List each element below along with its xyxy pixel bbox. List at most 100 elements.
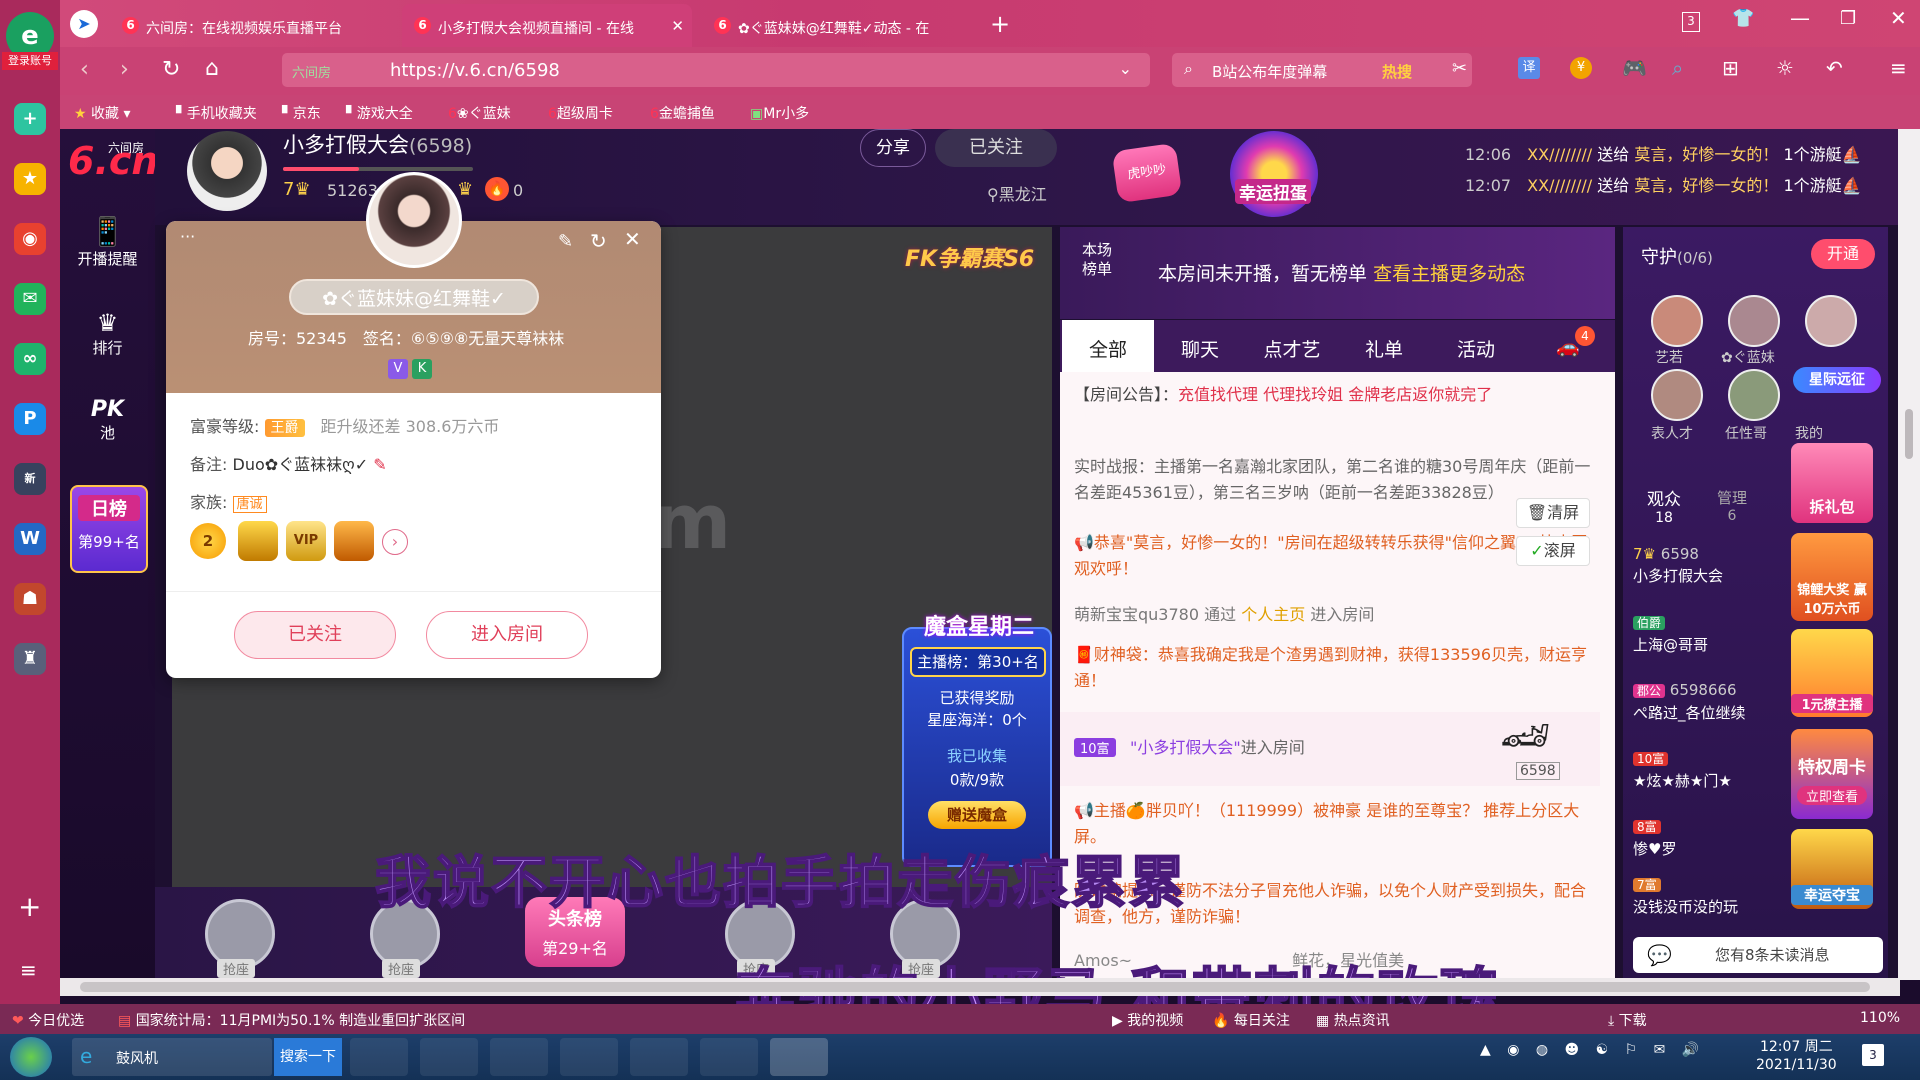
guard-avatar[interactable] (1805, 295, 1857, 347)
viewer-row[interactable]: 7♛ 6598 小多打假大会 (1633, 543, 1783, 611)
unread-messages[interactable]: 💬 您有8条未读消息 (1633, 937, 1883, 973)
star-icon[interactable]: ★ (14, 163, 46, 195)
tab-count[interactable]: 3 (1682, 12, 1700, 32)
viewer-row[interactable]: 8富 惨♥罗 (1633, 815, 1783, 873)
edit-note-icon[interactable]: ✎ (373, 455, 386, 474)
medal-star-icon[interactable]: 2 (190, 523, 226, 559)
send-icon[interactable]: ➤ (70, 10, 98, 38)
lucky-egg-icon[interactable] (1230, 131, 1318, 217)
address-bar[interactable]: 六间房 https://v.6.cn/6598 ⌄ (282, 53, 1150, 87)
coin-icon[interactable]: ¥ (1570, 57, 1592, 79)
tab-talent[interactable]: 点才艺 (1246, 320, 1338, 372)
viewer-row[interactable]: 郡公 6598666 ぺ路过_各位继续 (1633, 679, 1783, 747)
restore-icon[interactable]: ❐ (1840, 8, 1856, 29)
tab-live-room[interactable]: 6 小多打假大会视频直播间 - 在线 ✕ (402, 4, 692, 47)
start-button[interactable] (10, 1037, 52, 1077)
promo-weekly-card[interactable]: 特权周卡 立即查看 (1791, 729, 1873, 819)
guard-avatar[interactable] (1651, 295, 1703, 347)
taskbar-k-app-icon[interactable] (350, 1038, 408, 1076)
daily-focus[interactable]: 🔥 每日关注 (1212, 1010, 1290, 1030)
apps-grid-icon[interactable]: ⊞ (1722, 56, 1739, 80)
zoom-level[interactable]: 110% (1860, 1010, 1900, 1026)
promo-koi[interactable]: 锦鲤大奖 赢10万六币 (1791, 533, 1873, 621)
edit-icon[interactable]: ✎ (558, 231, 573, 252)
close-tab-icon[interactable]: ✕ (671, 17, 684, 35)
plus-app-icon[interactable]: + (14, 103, 46, 135)
daily-rank-badge[interactable]: 日榜 第99+名 (70, 485, 148, 573)
share-button[interactable]: 分享 (860, 129, 926, 167)
download[interactable]: ⤓ 下载 (1608, 1010, 1647, 1030)
today-pick[interactable]: ❤ 今日优选 (12, 1010, 84, 1030)
tab-admins[interactable]: 管理 6 (1717, 487, 1747, 524)
game-app-icon[interactable]: ☗ (14, 583, 46, 615)
nav-live-remind[interactable]: 📱 开播提醒 (60, 215, 155, 269)
tray-icons[interactable]: ▲ ◉ ◍ ☻ ☯ ⚐ ✉ 🔊 (1480, 1042, 1705, 1058)
horizontal-scrollbar[interactable] (60, 978, 1900, 996)
close-window-icon[interactable]: ✕ (1890, 6, 1907, 30)
search-go-button[interactable]: 搜索一下 (274, 1038, 342, 1076)
guard-avatar[interactable] (1728, 295, 1780, 347)
word-app-icon[interactable]: W (14, 523, 46, 555)
hu-chaochao-badge[interactable]: 虎吵吵 (1111, 142, 1183, 204)
close-card-icon[interactable]: ✕ (624, 227, 641, 251)
forward-icon[interactable]: › (120, 57, 129, 82)
tab-chat[interactable]: 聊天 (1154, 320, 1246, 372)
tab-liujianfang[interactable]: 6 六间房：在线视频娱乐直播平台 (110, 4, 390, 47)
bookmark-item[interactable]: ▘手机收藏夹 (176, 103, 257, 123)
nav-rank[interactable]: ♛ 排行 (60, 309, 155, 358)
add-icon[interactable]: + (18, 890, 41, 923)
chat-app-icon[interactable]: ∞ (14, 343, 46, 375)
minimize-icon[interactable]: — (1790, 6, 1810, 30)
card-followed-button[interactable]: 已关注 (234, 611, 396, 659)
search-box[interactable]: ⌕ B站公布年度弹幕 热搜 (1172, 53, 1472, 87)
promo-gift-pack[interactable]: 拆礼包 (1791, 443, 1873, 523)
notification-center[interactable]: 3 (1862, 1044, 1884, 1066)
bookmark-item[interactable]: ▘京东 (282, 103, 321, 123)
address-dropdown-icon[interactable]: ⌄ (1119, 59, 1132, 78)
guard-avatar[interactable] (1728, 369, 1780, 421)
tab-dynamic[interactable]: 6 ✿ぐ蓝妹妹@红舞鞋✓动态 - 在 (702, 4, 1002, 47)
streamer-avatar[interactable] (187, 131, 267, 211)
promo-interstellar[interactable]: 星际远征 (1793, 367, 1881, 393)
medal-gold-icon[interactable] (238, 521, 278, 561)
taskbar-chrome-icon[interactable] (700, 1038, 758, 1076)
vertical-scrollbar[interactable] (1898, 129, 1920, 980)
medal-vip-icon[interactable]: VIP (286, 521, 326, 561)
nav-pk[interactable]: PK 池 (60, 397, 155, 443)
main-menu-icon[interactable]: ≡ (1890, 56, 1907, 80)
followed-button[interactable]: 已关注 (935, 129, 1057, 167)
refresh-icon[interactable]: ↻ (590, 229, 607, 253)
menu-icon[interactable]: ≡ (20, 958, 37, 982)
card-enter-room-button[interactable]: 进入房间 (426, 611, 588, 659)
brightness-icon[interactable]: ☼ (1776, 56, 1794, 80)
shirt-icon[interactable]: 👕 (1732, 8, 1754, 29)
clock[interactable]: 12:07 周二 2021/11/30 (1756, 1038, 1837, 1074)
back-icon[interactable]: ‹ (80, 57, 89, 82)
viewer-row[interactable]: 伯爵 上海@哥哥 (1633, 611, 1783, 679)
bookmark-item[interactable]: ▣Mr小多 (750, 103, 809, 123)
medal-card-icon[interactable] (334, 521, 374, 561)
game2-app-icon[interactable]: ♜ (14, 643, 46, 675)
translate-button[interactable]: 译 (1518, 57, 1540, 79)
news-ticker[interactable]: ▤ 国家统计局：11月PMI为50.1% 制造业重回扩张区间 (118, 1010, 465, 1030)
tab-viewers[interactable]: 观众 18 (1647, 485, 1681, 526)
promo-lucky-treasure[interactable]: 幸运夺宝 (1791, 829, 1873, 909)
gamepad-icon[interactable]: 🎮 (1622, 56, 1647, 80)
reload-icon[interactable]: ↻ (162, 57, 180, 82)
card-user-avatar[interactable] (366, 172, 462, 268)
taskbar-app-icon[interactable] (770, 1038, 828, 1076)
taskbar-ie-icon[interactable] (420, 1038, 478, 1076)
guard-avatar[interactable] (1651, 369, 1703, 421)
undo-icon[interactable]: ↶ (1826, 56, 1843, 80)
taskbar-search[interactable]: e 鼓风机 (72, 1038, 272, 1076)
cut-icon[interactable]: ✂ (1452, 58, 1467, 79)
rank-more-link[interactable]: 查看主播更多动态 (1373, 263, 1525, 285)
mail-icon[interactable]: ✉ (14, 283, 46, 315)
car-icon[interactable]: 🚗 (1522, 320, 1614, 372)
send-magic-box-button[interactable]: 赠送魔盒 (928, 801, 1026, 829)
taskbar-folder-icon[interactable] (490, 1038, 548, 1076)
login-label[interactable]: 登录账号 (2, 52, 58, 70)
tab-all[interactable]: 全部 (1062, 320, 1154, 372)
bookmark-item[interactable]: 6金蟾捕鱼 (650, 103, 715, 123)
magnifier-icon[interactable]: ⌕ (1672, 56, 1683, 80)
